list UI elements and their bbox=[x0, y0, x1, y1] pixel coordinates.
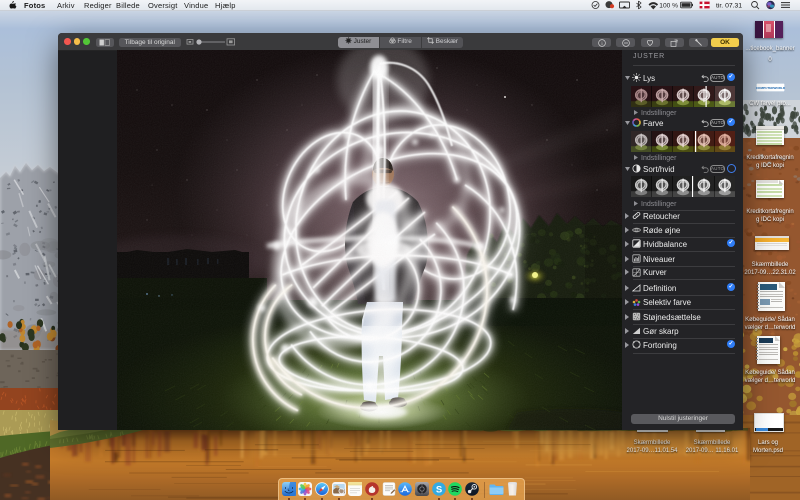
svg-text:100 %: 100 % bbox=[659, 2, 678, 9]
svg-text:COMPUTERWORLD: COMPUTERWORLD bbox=[756, 86, 785, 90]
svg-text:S: S bbox=[435, 485, 441, 496]
svg-text:tir. 07.31: tir. 07.31 bbox=[716, 2, 742, 9]
